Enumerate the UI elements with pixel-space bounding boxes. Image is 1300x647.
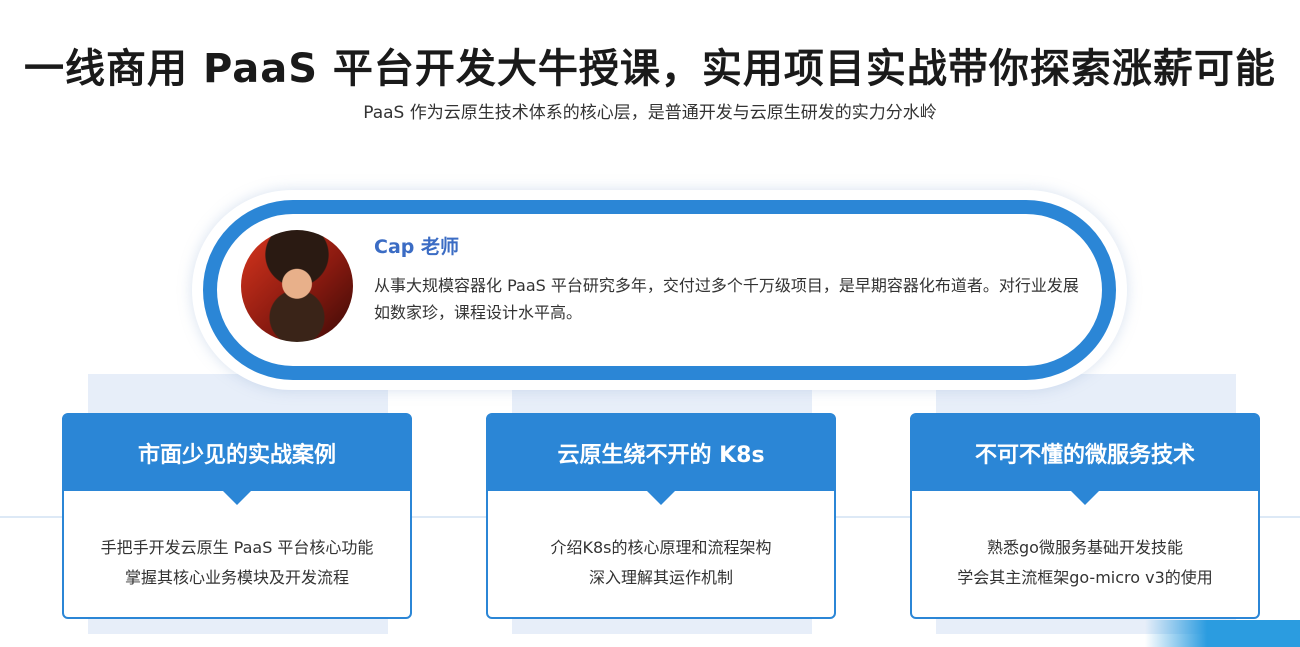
feature-card-2: 云原生绕不开的 K8s 介绍K8s的核心原理和流程架构 深入理解其运作机制 bbox=[486, 413, 836, 619]
feature-card-notch bbox=[223, 491, 251, 505]
feature-card-notch bbox=[647, 491, 675, 505]
feature-line: 深入理解其运作机制 bbox=[588, 568, 733, 587]
feature-card-body: 熟悉go微服务基础开发技能 学会其主流框架go-micro v3的使用 bbox=[912, 533, 1258, 593]
feature-line: 介绍K8s的核心原理和流程架构 bbox=[550, 538, 772, 557]
page-subtitle: PaaS 作为云原生技术体系的核心层，是普通开发与云原生研发的实力分水岭 bbox=[363, 103, 937, 123]
feature-line: 掌握其核心业务模块及开发流程 bbox=[124, 568, 349, 587]
feature-card-notch bbox=[1071, 491, 1099, 505]
feature-card-body: 手把手开发云原生 PaaS 平台核心功能 掌握其核心业务模块及开发流程 bbox=[64, 533, 410, 593]
feature-card-title: 市面少见的实战案例 bbox=[64, 415, 410, 491]
feature-card-title: 不可不懂的微服务技术 bbox=[912, 415, 1258, 491]
feature-card-body: 介绍K8s的核心原理和流程架构 深入理解其运作机制 bbox=[488, 533, 834, 593]
feature-line: 学会其主流框架go-micro v3的使用 bbox=[957, 568, 1213, 587]
feature-card-1: 市面少见的实战案例 手把手开发云原生 PaaS 平台核心功能 掌握其核心业务模块… bbox=[62, 413, 412, 619]
teacher-avatar bbox=[241, 230, 353, 342]
feature-card-3: 不可不懂的微服务技术 熟悉go微服务基础开发技能 学会其主流框架go-micro… bbox=[910, 413, 1260, 619]
feature-card-title: 云原生绕不开的 K8s bbox=[488, 415, 834, 491]
feature-line: 手把手开发云原生 PaaS 平台核心功能 bbox=[100, 538, 374, 557]
page-title: 一线商用 PaaS 平台开发大牛授课，实用项目实战带你探索涨薪可能 bbox=[24, 46, 1276, 92]
corner-accent bbox=[1145, 620, 1300, 647]
teacher-description: 从事大规模容器化 PaaS 平台研究多年，交付过多个千万级项目，是早期容器化布道… bbox=[374, 276, 1079, 322]
feature-line: 熟悉go微服务基础开发技能 bbox=[987, 538, 1183, 557]
teacher-name: Cap 老师 bbox=[374, 236, 459, 258]
